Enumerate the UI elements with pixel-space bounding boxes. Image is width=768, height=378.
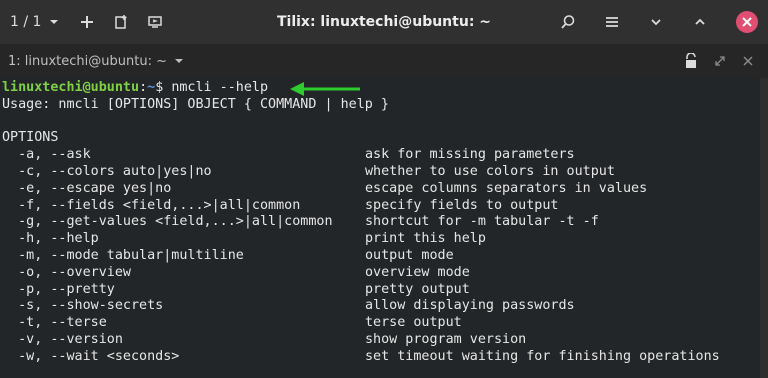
options-header: OPTIONS [2,130,59,146]
minimize-icon[interactable] [648,14,664,30]
add-terminal-icon[interactable] [79,14,95,30]
option-desc: overview mode [365,264,470,280]
prompt-line: linuxtechi@ubuntu:~$ nmcli --help [2,80,268,97]
option-desc: output mode [365,248,454,263]
option-flag: -f, --fields <field,...>|all|common [2,197,301,213]
maximize-terminal-icon[interactable] [714,55,726,67]
option-desc: whether to use colors in output [365,164,615,179]
search-icon[interactable] [560,14,576,30]
window-title: Tilix: linuxtechi@ubuntu: ~ [276,14,492,30]
option-desc: set timeout waiting for finishing operat… [365,348,720,364]
terminal-output[interactable]: linuxtechi@ubuntu:~$ nmcli --help Usage:… [0,78,760,378]
prompt-symbol: $ [155,80,172,95]
option-desc: print this help [365,231,486,247]
close-button[interactable] [736,11,758,33]
session-switcher[interactable]: 1 / 1 [10,14,61,30]
option-desc: show program version [365,332,527,347]
option-desc: pretty output [365,281,470,297]
terminal-scrollbar[interactable] [760,78,768,378]
prompt-path: ~ [147,80,156,95]
option-flag: -v, --version [2,332,123,347]
prompt-separator: : [139,80,148,95]
option-flag: -o, --overview [2,264,131,280]
option-desc: shortcut for -m tabular -t -f [365,214,599,230]
maximize-icon[interactable] [692,14,708,30]
option-desc: allow displaying passwords [365,298,575,314]
terminal-tab-bar: 1: linuxtechi@ubuntu: ~ [0,44,768,78]
option-flag: -c, --colors auto|yes|no [2,164,212,179]
sync-input-icon[interactable] [147,14,163,30]
new-session-icon[interactable] [113,14,129,30]
option-flag: -s, --show-secrets [2,298,164,314]
option-flag: -t, --terse [2,315,107,331]
chevron-down-icon [174,59,183,63]
terminal-tab[interactable]: 1: linuxtechi@ubuntu: ~ [8,44,185,78]
title-bar: 1 / 1 Tilix: linuxtechi@ubuntu: ~ [0,0,768,44]
prompt-user: linuxtechi@ubuntu [2,80,140,95]
green-arrow-icon [290,82,360,96]
option-desc: specify fields to output [365,197,559,213]
option-flag: -g, --get-values <field,...>|all|common [2,214,333,230]
option-desc: ask for missing parameters [365,147,575,163]
menu-icon[interactable] [604,14,620,30]
terminal-tab-label: 1: linuxtechi@ubuntu: ~ [8,53,167,69]
close-terminal-icon[interactable] [742,55,754,67]
option-flag: -m, --mode tabular|multiline [2,248,244,263]
option-flag: -h, --help [2,231,99,247]
chevron-down-icon [50,20,59,24]
option-desc: escape columns separators in values [365,180,648,196]
option-desc: terse output [365,315,462,331]
read-only-lock-icon[interactable] [684,53,698,69]
option-flag: -e, --escape yes|no [2,180,172,196]
close-icon [742,17,752,27]
session-counter: 1 / 1 [10,14,42,30]
option-flag: -w, --wait <seconds> [2,348,180,364]
option-flag: -a, --ask [2,147,91,163]
usage-line: Usage: nmcli [OPTIONS] OBJECT { COMMAND … [2,96,389,112]
option-flag: -p, --pretty [2,281,115,297]
command-text: nmcli --help [171,80,269,95]
